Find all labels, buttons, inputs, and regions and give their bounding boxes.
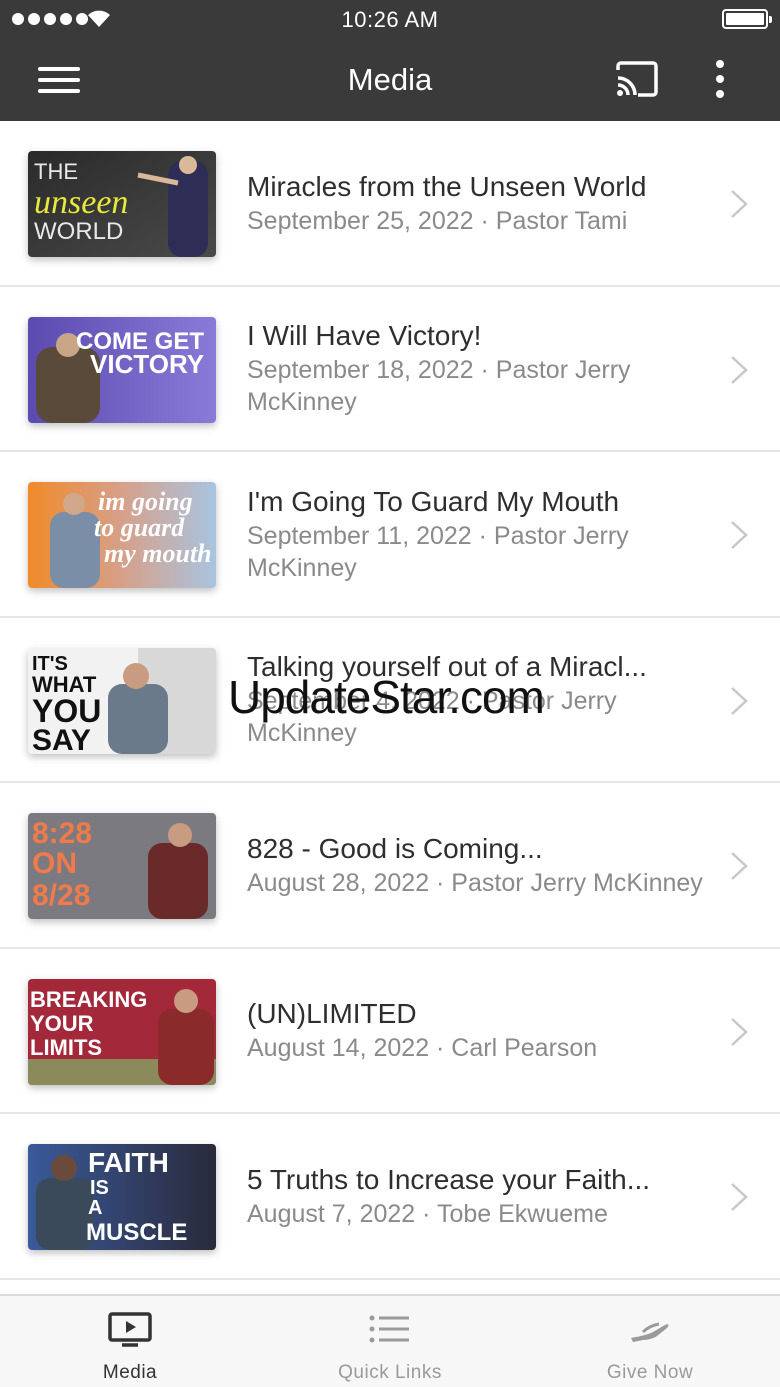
svg-text:8:28: 8:28 (32, 817, 92, 850)
svg-text:LIMITS: LIMITS (30, 1035, 102, 1060)
svg-text:MUSCLE: MUSCLE (86, 1219, 187, 1246)
more-options-icon[interactable] (708, 58, 732, 100)
svg-text:unseen: unseen (34, 184, 128, 221)
svg-text:to guard: to guard (94, 513, 185, 542)
status-time: 10:26 AM (341, 7, 439, 32)
media-list: THE unseen WORLD Miracles from the Unsee… (0, 121, 780, 1294)
hamburger-menu-icon[interactable] (38, 65, 80, 95)
list-item[interactable]: BREAKING YOUR LIMITS (UN)LIMITED August … (0, 948, 780, 1114)
list-item[interactable]: IT'S WHAT YOU SAY Talking yourself out o… (0, 617, 780, 783)
tab-bar: Media Quick Links Give Now (0, 1294, 780, 1387)
svg-text:BREAKING: BREAKING (30, 987, 147, 1012)
sermon-thumbnail: FAITH IS A MUSCLE (28, 1144, 216, 1250)
status-bar: 10:26 AM (0, 0, 780, 40)
sermon-title: I Will Have Victory! (247, 320, 482, 351)
sermon-title: Talking yourself out of a Miracl... (247, 651, 647, 682)
sermon-thumbnail: 8:28 ON 8/28 (28, 813, 216, 919)
sermon-date-speaker: September 18, 2022 · Pastor Jerry McKinn… (247, 356, 631, 416)
svg-text:THE: THE (34, 159, 78, 184)
page-title: Media (347, 62, 433, 97)
svg-text:WORLD: WORLD (34, 218, 123, 245)
sermon-thumbnail: THE unseen WORLD (28, 151, 216, 257)
sermon-thumbnail: BREAKING YOUR LIMITS (28, 978, 216, 1085)
tab-label: Media (102, 1362, 158, 1383)
top-bar: 10:26 AM Media (0, 0, 780, 121)
navigation-bar: Media (0, 40, 780, 121)
tv-play-icon (108, 1312, 152, 1347)
list-item[interactable]: 8:28 ON 8/28 828 - Good is Coming... Aug… (0, 783, 780, 949)
svg-text:VICTORY: VICTORY (90, 349, 204, 379)
chevron-right-icon (731, 1183, 748, 1211)
svg-text:FAITH: FAITH (88, 1147, 169, 1178)
chevron-right-icon (731, 686, 748, 715)
svg-text:my mouth: my mouth (104, 539, 212, 568)
sermon-date-speaker: September 11, 2022 · Pastor Jerry McKinn… (247, 521, 629, 582)
svg-text:YOUR: YOUR (30, 1011, 94, 1036)
sermon-thumbnail: COME GET VICTORY (28, 316, 216, 423)
cast-icon[interactable] (614, 60, 660, 98)
sermon-title: Miracles from the Unseen World (247, 170, 647, 202)
tab-label: Quick Links (338, 1362, 442, 1383)
svg-text:ON: ON (32, 847, 77, 880)
sermon-thumbnail: im going to guard my mouth (28, 482, 216, 588)
sermon-date-speaker: August 7, 2022 · Tobe Ekwueme (247, 1199, 608, 1228)
svg-text:8/28: 8/28 (32, 879, 90, 912)
tab-give-now[interactable]: Give Now (520, 1296, 780, 1387)
chevron-right-icon (731, 1017, 748, 1046)
sermon-date-speaker: August 28, 2022 · Pastor Jerry McKinney (247, 868, 703, 897)
sermon-title: I'm Going To Guard My Mouth (247, 485, 620, 517)
svg-text:IS: IS (90, 1177, 109, 1199)
sermon-thumbnail: IT'S WHAT YOU SAY (28, 647, 216, 754)
sermon-date-speaker: September 4, 2022 · Pastor Jerry McKinne… (247, 687, 617, 747)
tab-quick-links[interactable]: Quick Links (260, 1296, 520, 1387)
list-item[interactable]: THE unseen WORLD Miracles from the Unsee… (0, 121, 780, 287)
list-item[interactable]: COME GET VICTORY I Will Have Victory! Se… (0, 286, 780, 452)
list-icon (369, 1315, 409, 1343)
svg-text:im going: im going (98, 487, 193, 516)
giving-hand-icon (631, 1322, 669, 1342)
chevron-right-icon (731, 852, 748, 880)
chevron-right-icon (731, 521, 748, 549)
sermon-title: (UN)LIMITED (247, 998, 417, 1029)
sermon-date-speaker: September 25, 2022 · Pastor Tami (247, 206, 628, 235)
svg-text:A: A (88, 1197, 102, 1219)
list-item[interactable]: FAITH IS A MUSCLE 5 Truths to Increase y… (0, 1114, 780, 1280)
sermon-date-speaker: August 14, 2022 · Carl Pearson (247, 1034, 598, 1062)
list-item[interactable]: im going to guard my mouth I'm Going To … (0, 452, 780, 618)
sermon-title: 5 Truths to Increase your Faith... (247, 1163, 651, 1195)
chevron-right-icon (731, 190, 748, 218)
sermon-title: 828 - Good is Coming... (247, 832, 543, 864)
chevron-right-icon (731, 355, 748, 384)
svg-text:SAY: SAY (32, 724, 91, 754)
tab-media[interactable]: Media (0, 1296, 260, 1387)
battery-icon (722, 9, 772, 29)
tab-label: Give Now (606, 1362, 694, 1383)
